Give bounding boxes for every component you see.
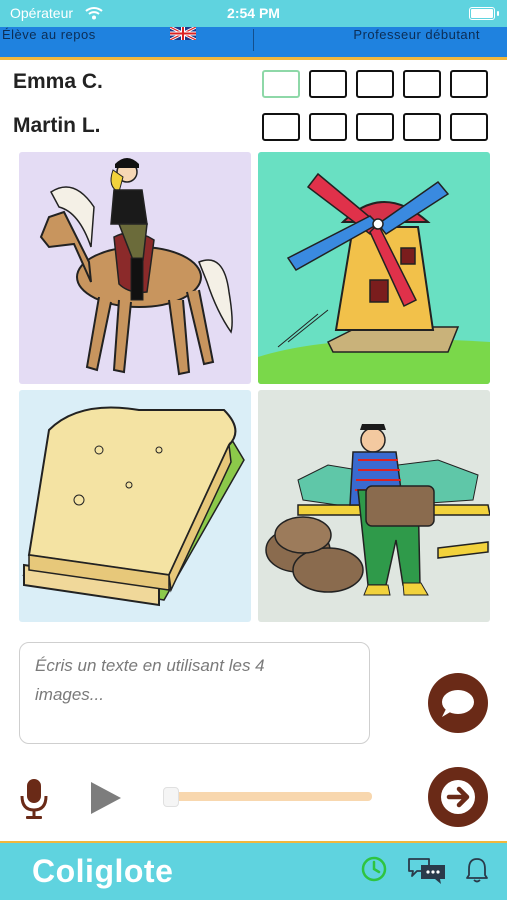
score-box bbox=[403, 113, 441, 141]
next-button[interactable] bbox=[428, 767, 488, 827]
message-input-placeholder: Écris un texte en utilisant les 4 images… bbox=[35, 656, 265, 704]
audio-progress-thumb[interactable] bbox=[163, 787, 179, 807]
score-box bbox=[450, 70, 488, 98]
speech-bubble-icon bbox=[442, 690, 474, 717]
score-box bbox=[309, 70, 347, 98]
horse-rider-image[interactable] bbox=[19, 152, 251, 384]
score-box bbox=[356, 113, 394, 141]
play-icon[interactable] bbox=[88, 780, 124, 816]
windmill-illustration bbox=[258, 172, 490, 384]
sandwich-illustration bbox=[22, 406, 245, 607]
level-left-label: Élève au repos bbox=[2, 27, 96, 42]
audio-progress-slider[interactable] bbox=[163, 792, 372, 801]
score-box bbox=[309, 113, 347, 141]
bell-icon[interactable] bbox=[465, 856, 489, 884]
sandwich-image[interactable] bbox=[19, 390, 251, 622]
arrow-right-icon bbox=[441, 780, 475, 814]
score-box bbox=[356, 70, 394, 98]
fisherman-image[interactable] bbox=[258, 390, 490, 622]
status-time: 2:54 PM bbox=[227, 5, 280, 21]
score-box bbox=[450, 113, 488, 141]
battery-icon bbox=[469, 7, 495, 20]
chat-icon[interactable] bbox=[407, 856, 447, 886]
fisherman-illustration bbox=[265, 424, 490, 596]
player-name: Emma C. bbox=[13, 70, 103, 93]
level-right-label: Professeur débutant bbox=[353, 27, 480, 42]
status-bar: Opérateur 2:54 PM bbox=[0, 0, 507, 27]
bottom-bar: Coliglote bbox=[0, 841, 507, 900]
uk-flag-icon bbox=[170, 27, 196, 40]
clock-icon[interactable] bbox=[361, 856, 387, 882]
level-divider bbox=[253, 29, 254, 51]
windmill-image[interactable] bbox=[258, 152, 490, 384]
level-header: Élève au repos Professeur débutant bbox=[0, 27, 507, 60]
score-box bbox=[262, 70, 300, 98]
score-box bbox=[403, 70, 441, 98]
score-box bbox=[262, 113, 300, 141]
microphone-icon[interactable] bbox=[18, 777, 50, 821]
horse-rider-illustration bbox=[39, 158, 233, 376]
message-input[interactable]: Écris un texte en utilisant les 4 images… bbox=[19, 642, 370, 744]
comment-button[interactable] bbox=[428, 673, 488, 733]
app-logo: Coliglote bbox=[32, 853, 174, 889]
player-name: Martin L. bbox=[13, 114, 101, 137]
